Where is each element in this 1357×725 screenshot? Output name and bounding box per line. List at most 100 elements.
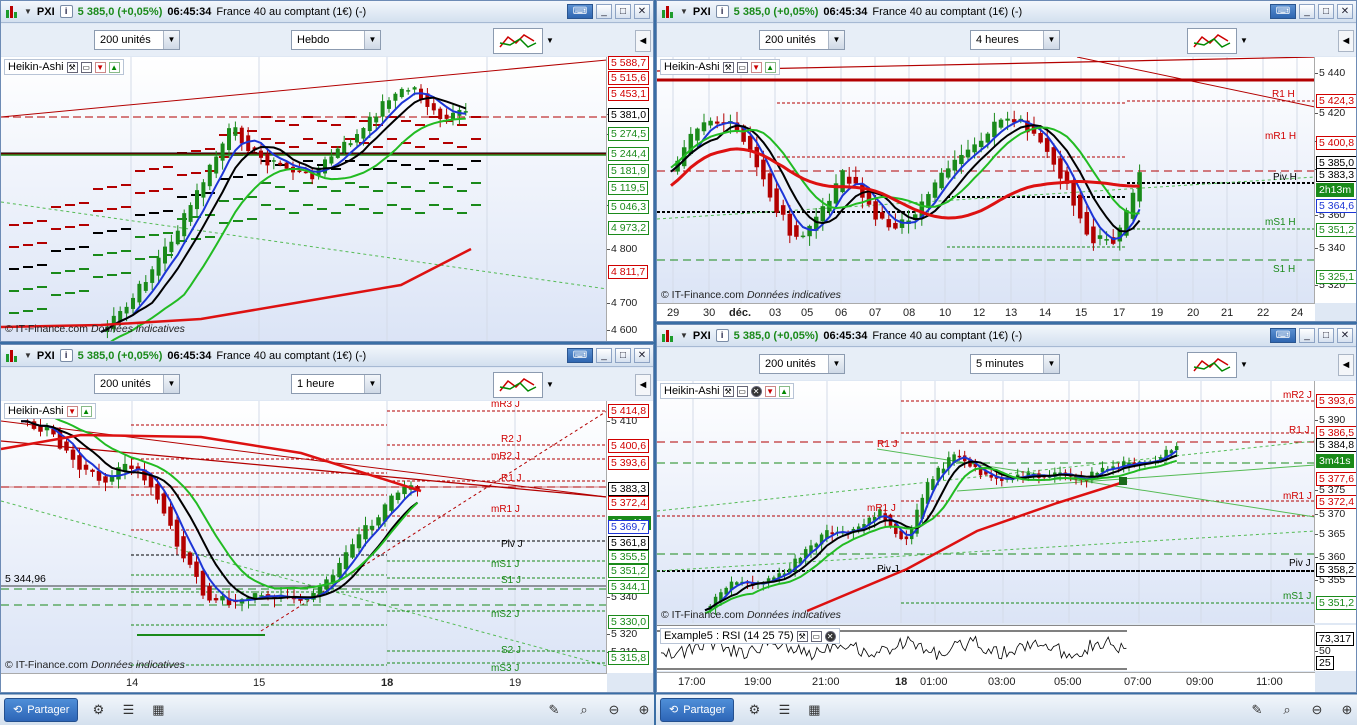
arrow-down-icon[interactable]: ▼ bbox=[94, 61, 106, 73]
arrow-up-icon[interactable]: ▲ bbox=[108, 61, 120, 73]
chevron-down-icon[interactable]: ▼ bbox=[680, 7, 688, 16]
close-button[interactable]: ✕ bbox=[1337, 328, 1353, 343]
info-icon[interactable]: i bbox=[59, 349, 73, 362]
close-icon[interactable]: ✕ bbox=[750, 385, 762, 397]
price-axis[interactable]: 5 4405 4205 4005 3805 3605 3405 3205 424… bbox=[1314, 57, 1356, 303]
units-select[interactable]: 200 unités ▼ bbox=[94, 374, 180, 394]
table-icon[interactable]: ▦ bbox=[804, 700, 824, 720]
chart-type-button[interactable] bbox=[493, 372, 543, 398]
maximize-button[interactable]: □ bbox=[615, 4, 631, 19]
close-button[interactable]: ✕ bbox=[1337, 4, 1353, 19]
arrow-down-icon[interactable]: ▼ bbox=[66, 405, 78, 417]
zoom-in-icon[interactable]: ⊕ bbox=[1337, 700, 1357, 720]
close-button[interactable]: ✕ bbox=[634, 4, 650, 19]
price-axis[interactable]: 5 381,05 301,04 9004 8004 7004 6005 588,… bbox=[606, 56, 653, 341]
table-icon[interactable]: ▦ bbox=[148, 700, 168, 720]
chevron-down-icon[interactable]: ▼ bbox=[1237, 352, 1251, 378]
price-axis[interactable]: 5 390 5 375 5 370 5 365 5 360 5 355 5 393,6 5 3… bbox=[1314, 381, 1356, 623]
chevron-down-icon[interactable]: ▼ bbox=[24, 351, 32, 360]
window-icon[interactable]: ▭ bbox=[80, 61, 92, 73]
side-panel-button[interactable]: ◄ bbox=[1338, 354, 1354, 376]
wrench-icon[interactable]: ⚒ bbox=[722, 385, 734, 397]
chevron-down-icon[interactable]: ▼ bbox=[1237, 28, 1251, 54]
draw-tool-icon[interactable]: ✎ bbox=[544, 700, 564, 720]
price-tick-label: 5 370 bbox=[1314, 508, 1346, 520]
period-select[interactable]: 1 heure ▼ bbox=[291, 374, 381, 394]
candle bbox=[708, 120, 713, 126]
price-axis[interactable]: 5 4105 3405 3205 3105 414,85 400,65 393,… bbox=[606, 401, 653, 673]
price-level-box: 5 315,8 bbox=[608, 651, 650, 665]
close-button[interactable]: ✕ bbox=[634, 348, 650, 363]
share-button[interactable]: ⟲ Partager bbox=[660, 698, 735, 722]
rsi-panel[interactable]: Example5 : RSI (14 25 75) ⚒ ▭ ✕ bbox=[657, 625, 1315, 671]
candle bbox=[761, 159, 766, 180]
side-panel-button[interactable]: ◄ bbox=[635, 374, 651, 396]
minimize-button[interactable]: _ bbox=[1299, 328, 1315, 343]
zoom-fit-icon[interactable]: ⌕ bbox=[574, 700, 594, 720]
arrow-down-icon[interactable]: ▼ bbox=[764, 385, 776, 397]
arrow-down-icon[interactable]: ▼ bbox=[750, 61, 762, 73]
indicator-icon[interactable]: ⚙ bbox=[88, 700, 108, 720]
indicator-icon[interactable]: ⚙ bbox=[744, 700, 764, 720]
chevron-down-icon[interactable]: ▼ bbox=[543, 28, 557, 54]
units-select[interactable]: 200 unités ▼ bbox=[759, 30, 845, 50]
side-panel-button[interactable]: ◄ bbox=[1338, 30, 1354, 52]
keyboard-icon[interactable]: ⌨ bbox=[567, 348, 593, 363]
zoom-in-icon[interactable]: ⊕ bbox=[634, 700, 654, 720]
price-chart[interactable]: Heikin-Ashi ⚒ ▭ ✕ ▼ ▲ © IT-Finance.com Donnée… bbox=[657, 381, 1315, 623]
units-select[interactable]: 200 unités ▼ bbox=[759, 354, 845, 374]
chevron-down-icon[interactable]: ▼ bbox=[543, 372, 557, 398]
maximize-button[interactable]: □ bbox=[615, 348, 631, 363]
window-icon[interactable]: ▭ bbox=[736, 385, 748, 397]
info-icon[interactable]: i bbox=[715, 5, 729, 18]
chart-type-button[interactable] bbox=[1187, 352, 1237, 378]
chart-type-button[interactable] bbox=[493, 28, 543, 54]
minimize-button[interactable]: _ bbox=[596, 348, 612, 363]
chevron-down-icon[interactable]: ▼ bbox=[24, 7, 32, 16]
wrench-icon[interactable]: ⚒ bbox=[66, 61, 78, 73]
price-chart[interactable]: Heikin-Ashi ⚒ ▭ ▼ ▲ © IT-Finance.com Données… bbox=[657, 57, 1315, 303]
maximize-button[interactable]: □ bbox=[1318, 328, 1334, 343]
zoom-out-icon[interactable]: ⊖ bbox=[1307, 700, 1327, 720]
info-icon[interactable]: i bbox=[59, 5, 73, 18]
period-select[interactable]: 4 heures ▼ bbox=[970, 30, 1060, 50]
list-icon[interactable]: ☰ bbox=[774, 700, 794, 720]
zoom-out-icon[interactable]: ⊖ bbox=[604, 700, 624, 720]
draw-tool-icon[interactable]: ✎ bbox=[1247, 700, 1267, 720]
list-icon[interactable]: ☰ bbox=[118, 700, 138, 720]
units-select[interactable]: 200 unités ▼ bbox=[94, 30, 180, 50]
minimize-button[interactable]: _ bbox=[1299, 4, 1315, 19]
time-axis[interactable]: 29 30 déc. 03 05 06 07 08 10 12 13 14 15 17 19 20 21 22 24 bbox=[657, 303, 1315, 321]
info-icon[interactable]: i bbox=[715, 329, 729, 342]
keyboard-icon[interactable]: ⌨ bbox=[1270, 4, 1296, 19]
wrench-icon[interactable]: ⚒ bbox=[796, 630, 808, 642]
maximize-button[interactable]: □ bbox=[1318, 4, 1334, 19]
period-select[interactable]: 5 minutes ▼ bbox=[970, 354, 1060, 374]
window-icon[interactable]: ▭ bbox=[736, 61, 748, 73]
price-level-box: 5 372,4 bbox=[1316, 495, 1356, 509]
pivot-label: R2 J bbox=[501, 434, 522, 445]
keyboard-icon[interactable]: ⌨ bbox=[1270, 328, 1296, 343]
side-panel-button[interactable]: ◄ bbox=[635, 30, 651, 52]
chevron-down-icon[interactable]: ▼ bbox=[680, 331, 688, 340]
window-icon[interactable]: ▭ bbox=[810, 630, 822, 642]
keyboard-icon[interactable]: ⌨ bbox=[567, 4, 593, 19]
chart-type-button[interactable] bbox=[1187, 28, 1237, 54]
arrow-up-icon[interactable]: ▲ bbox=[764, 61, 776, 73]
minimize-button[interactable]: _ bbox=[596, 4, 612, 19]
candle bbox=[754, 146, 760, 168]
chart-toolbar: 200 unités ▼ 5 minutes ▼ ▼ ◄ bbox=[657, 348, 1356, 380]
arrow-up-icon[interactable]: ▲ bbox=[778, 385, 790, 397]
share-button[interactable]: ⟲ Partager bbox=[4, 698, 79, 722]
time-axis[interactable]: 14 15 18 19 bbox=[1, 673, 607, 692]
chevron-down-icon: ▼ bbox=[163, 375, 179, 393]
period-select[interactable]: Hebdo ▼ bbox=[291, 30, 381, 50]
arrow-up-icon[interactable]: ▲ bbox=[80, 405, 92, 417]
time-axis[interactable]: 17:00 19:00 21:00 18 01:00 03:00 05:00 07:00 09:… bbox=[657, 672, 1315, 692]
zoom-fit-icon[interactable]: ⌕ bbox=[1277, 700, 1297, 720]
close-icon[interactable]: ✕ bbox=[824, 630, 836, 642]
price-chart[interactable]: Heikin-Ashi ▼ ▲ 5 344,96 © IT-Finance.com … bbox=[1, 401, 607, 673]
price-chart[interactable]: Heikin-Ashi ⚒ ▭ ▼ ▲ © IT-Finance.com Données… bbox=[1, 57, 607, 341]
wrench-icon[interactable]: ⚒ bbox=[722, 61, 734, 73]
price-level-box: 5 400,8 bbox=[1316, 136, 1356, 150]
